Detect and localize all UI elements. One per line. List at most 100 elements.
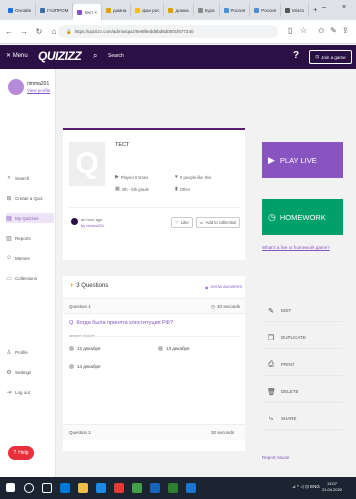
homework-label: HOMEWORK	[279, 212, 326, 222]
browser-tab[interactable]: домна	[164, 3, 194, 17]
played-text: Played 0 times	[120, 174, 149, 180]
sidebar-item-reports[interactable]: ▥ Reports	[6, 233, 54, 243]
view-profile-link[interactable]: View profile	[27, 88, 50, 93]
browser-tab[interactable]: Россия	[250, 3, 282, 17]
question-count: ◑ 3 Questions	[69, 282, 108, 289]
grade: ▦ 4th - 5th grade	[115, 186, 149, 192]
answer-text: 13 декабря	[166, 346, 190, 351]
edge-icon[interactable]	[60, 483, 70, 493]
browser-tab[interactable]: Кура	[194, 3, 220, 17]
search-label[interactable]: Search	[108, 53, 124, 59]
back-icon[interactable]: ←	[3, 26, 15, 38]
minimize-button[interactable]: –	[322, 4, 326, 11]
windows-start-icon[interactable]	[6, 483, 15, 492]
what-is-live-link[interactable]: What's a live or homework game?	[262, 245, 330, 250]
clock[interactable]: 13:07 21.04.2020	[322, 481, 342, 493]
tab-favicon	[106, 7, 112, 13]
help-button[interactable]: ? Help	[8, 446, 34, 460]
search-icon[interactable]: ⌕	[93, 51, 97, 61]
sidebar-item-my-quizzes[interactable]: ▤ My Quizzes	[6, 213, 54, 223]
system-tray[interactable]: ⊿ ^ ◁ ⊡ ENG	[292, 484, 320, 490]
answer-choices-label: answer choices	[69, 334, 96, 338]
question-time: ◷ 40 seconds	[211, 304, 240, 310]
browser-tab[interactable]: ГАЗПРОМ	[36, 3, 74, 17]
report-abuse-link[interactable]: Report Abuse	[262, 455, 289, 460]
explorer-icon[interactable]	[78, 483, 88, 493]
sidebar-item-create-quiz[interactable]: ⊞ Create a Quiz	[6, 193, 54, 203]
browser-tab[interactable]: фан рос	[131, 3, 165, 17]
tab-label: Россия	[230, 7, 246, 13]
join-game-label: Join a game	[321, 54, 346, 60]
url-text: https://quizizz.com/admin/quiz/5e8f8edd5…	[74, 29, 194, 34]
tab-label: фан рос	[142, 7, 160, 13]
tab-favicon	[40, 7, 46, 13]
share-icon: ⤷	[269, 414, 273, 422]
new-tab-button[interactable]: +	[309, 3, 321, 17]
favorites-icon[interactable]: ✩	[318, 26, 325, 35]
question-text: Q. Когда была принята конституция РФ?	[69, 320, 174, 326]
avatar[interactable]	[8, 79, 24, 95]
sidebar-item-collections[interactable]: ▭ Collections	[6, 273, 54, 283]
task-view-icon[interactable]	[42, 483, 52, 493]
star-icon[interactable]: ☆	[300, 26, 307, 35]
sidebar-item-logout[interactable]: ⇥ Log out	[6, 387, 54, 397]
tab-label: домна	[175, 7, 189, 13]
close-window-button[interactable]: ×	[342, 4, 346, 11]
browser-tab[interactable]: Онлайн	[4, 3, 37, 17]
smiley-icon: ☺	[6, 255, 13, 261]
browser-tab[interactable]: Mi441	[281, 3, 310, 17]
sidebar: rimma201 View profile ⌕ Search ⊞ Create a …	[0, 69, 56, 477]
homework-button[interactable]: ◷ HOMEWORK	[262, 199, 343, 235]
sidebar-item-label: Reports	[15, 235, 31, 241]
add-to-collection-button[interactable]: ▭ Add to collection	[196, 217, 240, 228]
taskbar: ⊿ ^ ◁ ⊡ ENG 13:07 21.04.2020	[0, 477, 356, 499]
tab-label: Онлайн	[15, 7, 32, 13]
tab-label: Россия	[261, 7, 277, 13]
duplicate-label: DUPLICATE	[281, 335, 306, 340]
join-game-button[interactable]: ⊡ Join a game	[309, 50, 352, 64]
like-button[interactable]: ♡ Like	[171, 217, 193, 228]
delete-button[interactable]: 🗑 DELETE	[262, 381, 342, 403]
browser-tab[interactable]: домна	[102, 3, 132, 17]
quiz-card: Q ТЕСТ ▶ Played 0 times ♥ 0 people like th…	[63, 128, 245, 260]
sidebar-item-profile[interactable]: ♙ Profile	[6, 347, 54, 357]
question-time-label: 40 seconds	[216, 304, 240, 309]
reader-icon[interactable]: ▯	[288, 26, 292, 35]
app-icon[interactable]	[132, 483, 142, 493]
likes-count: ♥ 0 people like this	[175, 174, 211, 180]
play-icon: ▶	[268, 154, 275, 165]
app-icon[interactable]	[168, 483, 178, 493]
help-icon[interactable]: ?	[293, 50, 299, 61]
url-field[interactable]: 🔒 https://quizizz.com/admin/quiz/5e8f8edd…	[58, 25, 278, 38]
pen-icon[interactable]: ✎	[330, 26, 337, 35]
creator-avatar	[71, 218, 78, 225]
logout-icon: ⇥	[6, 389, 12, 396]
question-number: Question 2	[69, 430, 91, 435]
logo[interactable]: QUIZIZZ	[38, 49, 82, 63]
app-icon[interactable]	[150, 483, 160, 493]
forward-icon[interactable]: →	[18, 26, 30, 38]
show-answers-toggle[interactable]: ◉ SHOW ANSWERS	[205, 285, 242, 290]
subject: ▮ Other	[175, 186, 190, 192]
app-icon[interactable]	[96, 483, 106, 493]
edit-button[interactable]: ✎ EDIT	[262, 300, 342, 322]
search-icon[interactable]	[24, 483, 34, 493]
person-icon: ♙	[6, 349, 12, 356]
share-button[interactable]: ⤷ SHARE	[262, 408, 342, 430]
menu-button[interactable]: ✕ Menu	[6, 52, 28, 59]
sidebar-item-label: Settings	[15, 369, 32, 375]
sidebar-item-label: Collections	[15, 275, 38, 281]
print-button[interactable]: ⎙ PRINT	[262, 354, 342, 376]
sidebar-item-settings[interactable]: ⚙ Settings	[6, 367, 54, 377]
share-icon[interactable]: ⇪	[342, 26, 349, 35]
creator-name[interactable]: by rimma201	[81, 223, 104, 228]
browser-tab-active[interactable]: тест ×	[73, 4, 103, 20]
reload-icon[interactable]: ↻	[33, 26, 45, 38]
browser-tab[interactable]: Россия	[220, 3, 251, 17]
duplicate-button[interactable]: ❐ DUPLICATE	[262, 327, 342, 349]
app-icon[interactable]	[114, 483, 124, 493]
sidebar-item-search[interactable]: ⌕ Search	[6, 173, 54, 183]
play-live-button[interactable]: ▶ PLAY LIVE	[262, 142, 343, 178]
app-icon[interactable]	[186, 483, 196, 493]
sidebar-item-memes[interactable]: ☺ Memes	[6, 253, 54, 263]
